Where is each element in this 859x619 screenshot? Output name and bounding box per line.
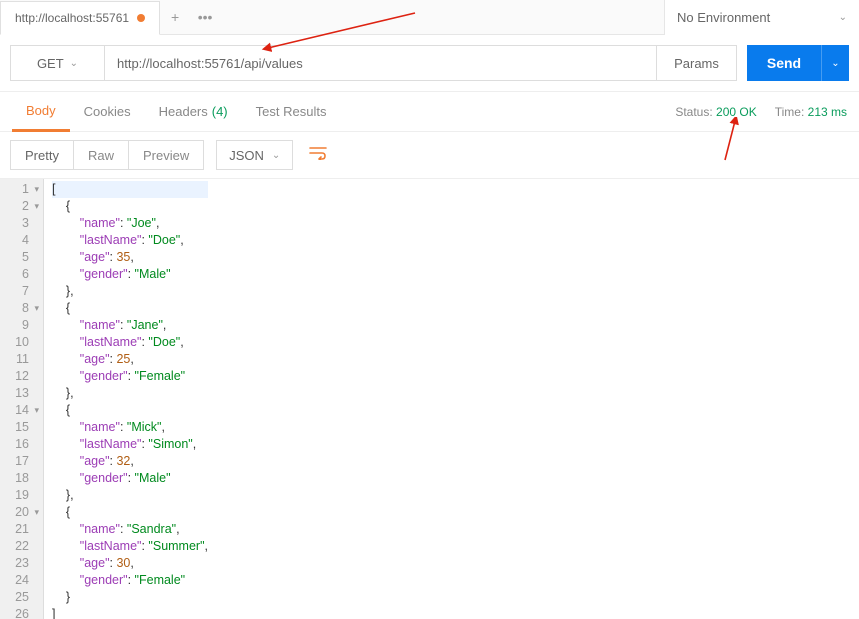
chevron-down-icon: ⌄: [272, 150, 280, 161]
response-body: 1▾2▾345678▾91011121314▾151617181920▾2122…: [0, 179, 859, 619]
chevron-down-icon: ⌄: [70, 58, 78, 69]
code-content[interactable]: [ { "name": "Joe", "lastName": "Doe", "a…: [44, 179, 208, 619]
status-value: 200 OK: [716, 105, 757, 119]
lang-select[interactable]: JSON ⌄: [216, 140, 293, 170]
method-label: GET: [37, 56, 64, 71]
tab-bar: http://localhost:55761 + ••• No Environm…: [0, 0, 859, 35]
status-label: Status:: [675, 105, 712, 119]
unsaved-dot-icon: [137, 14, 145, 22]
wrap-toggle-button[interactable]: [305, 142, 331, 169]
new-tab-button[interactable]: +: [160, 0, 190, 35]
tab-overflow-button[interactable]: •••: [190, 0, 220, 35]
view-preview-button[interactable]: Preview: [129, 140, 204, 170]
view-row: Pretty Raw Preview JSON ⌄: [0, 132, 859, 179]
time-value: 213 ms: [808, 105, 847, 119]
wrap-icon: [309, 146, 327, 160]
tab-cookies[interactable]: Cookies: [70, 92, 145, 132]
time-label: Time:: [775, 105, 805, 119]
environment-select[interactable]: No Environment ⌄: [664, 0, 859, 35]
time-block: Time: 213 ms: [775, 105, 847, 119]
headers-count: (4): [212, 104, 228, 119]
http-method-select[interactable]: GET ⌄: [10, 45, 105, 81]
tab-tests[interactable]: Test Results: [242, 92, 341, 132]
chevron-down-icon: ⌄: [839, 12, 847, 23]
view-raw-button[interactable]: Raw: [74, 140, 129, 170]
view-pretty-button[interactable]: Pretty: [10, 140, 74, 170]
send-button[interactable]: Send: [747, 45, 821, 81]
response-tabs: Body Cookies Headers (4) Test Results St…: [0, 92, 859, 132]
lang-label: JSON: [229, 148, 264, 163]
tab-headers[interactable]: Headers (4): [145, 92, 242, 132]
send-dropdown-button[interactable]: ⌄: [821, 45, 849, 81]
status-area: Status: 200 OK Time: 213 ms: [675, 105, 847, 119]
environment-label: No Environment: [677, 10, 770, 25]
headers-label: Headers: [159, 104, 208, 119]
status-block: Status: 200 OK: [675, 105, 756, 119]
tab-title: http://localhost:55761: [15, 11, 129, 25]
request-row: GET ⌄ Params Send ⌄: [0, 35, 859, 92]
url-input[interactable]: [105, 45, 657, 81]
tab-body[interactable]: Body: [12, 92, 70, 132]
params-button[interactable]: Params: [657, 45, 737, 81]
request-tab[interactable]: http://localhost:55761: [0, 1, 160, 35]
line-gutter: 1▾2▾345678▾91011121314▾151617181920▾2122…: [0, 179, 44, 619]
chevron-down-icon: ⌄: [831, 58, 839, 69]
